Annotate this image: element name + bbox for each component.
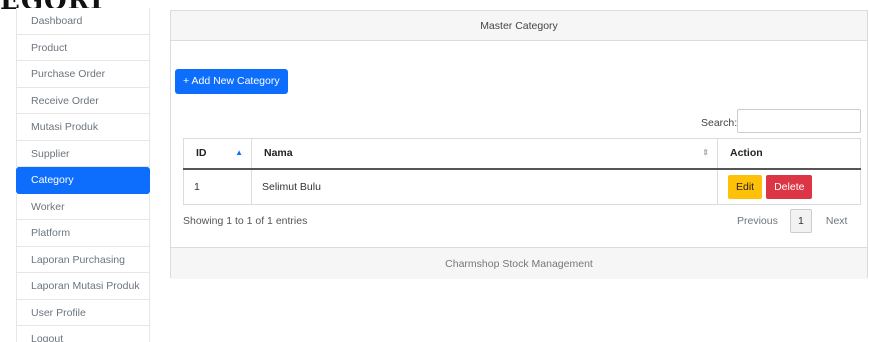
cell-id: 1 (183, 168, 252, 205)
sidebar-item-purchase-order[interactable]: Purchase Order (16, 61, 150, 88)
previous-button[interactable]: Previous (737, 215, 778, 227)
sidebar-item-dashboard[interactable]: Dashboard (16, 8, 150, 35)
column-header-action-label: Action (730, 147, 763, 160)
next-button[interactable]: Next (826, 215, 848, 227)
sidebar-item-worker[interactable]: Worker (16, 193, 150, 220)
cell-nama: Selimut Bulu (251, 168, 718, 205)
table-header-row: ID ▲ Nama ⇕ Action (183, 138, 861, 170)
sidebar-item-logout[interactable]: Logout (16, 326, 150, 342)
card-title: Master Category (171, 11, 867, 41)
column-header-nama-label: Nama (264, 147, 293, 160)
search-input[interactable] (737, 109, 861, 133)
pagination: Previous 1 Next (737, 209, 847, 233)
column-header-id[interactable]: ID ▲ (183, 138, 252, 170)
sidebar-item-category[interactable]: Category (16, 167, 150, 194)
sidebar-item-supplier[interactable]: Supplier (16, 140, 150, 167)
sidebar-item-platform[interactable]: Platform (16, 220, 150, 247)
table-row: 1 Selimut Bulu Edit Delete (183, 168, 861, 205)
master-category-card: Master Category + Add New Category Searc… (170, 10, 868, 279)
sidebar-item-laporan-mutasi-produk[interactable]: Laporan Mutasi Produk (16, 273, 150, 300)
column-header-action: Action (717, 138, 861, 170)
edit-button[interactable]: Edit (728, 174, 763, 199)
sort-icon: ⇕ (702, 148, 709, 157)
add-new-category-button[interactable]: + Add New Category (175, 69, 288, 94)
sidebar-item-receive-order[interactable]: Receive Order (16, 87, 150, 114)
sidebar-item-laporan-purchasing[interactable]: Laporan Purchasing (16, 246, 150, 273)
sort-ascending-icon: ▲ (235, 148, 243, 157)
delete-button[interactable]: Delete (766, 174, 813, 199)
sidebar: Dashboard Product Purchase Order Receive… (16, 8, 150, 342)
search-label: Search: (701, 117, 738, 129)
page-1-button[interactable]: 1 (789, 209, 812, 233)
cell-action: Edit Delete (717, 168, 861, 205)
footer: Charmshop Stock Management (171, 247, 867, 279)
column-header-id-label: ID (196, 147, 207, 160)
sidebar-item-user-profile[interactable]: User Profile (16, 299, 150, 326)
sidebar-item-mutasi-produk[interactable]: Mutasi Produk (16, 114, 150, 141)
table-info: Showing 1 to 1 of 1 entries (183, 215, 308, 227)
sidebar-item-product[interactable]: Product (16, 34, 150, 61)
category-table: ID ▲ Nama ⇕ Action 1 Selimut Bulu Edit De… (183, 138, 861, 205)
column-header-nama[interactable]: Nama ⇕ (251, 138, 718, 170)
